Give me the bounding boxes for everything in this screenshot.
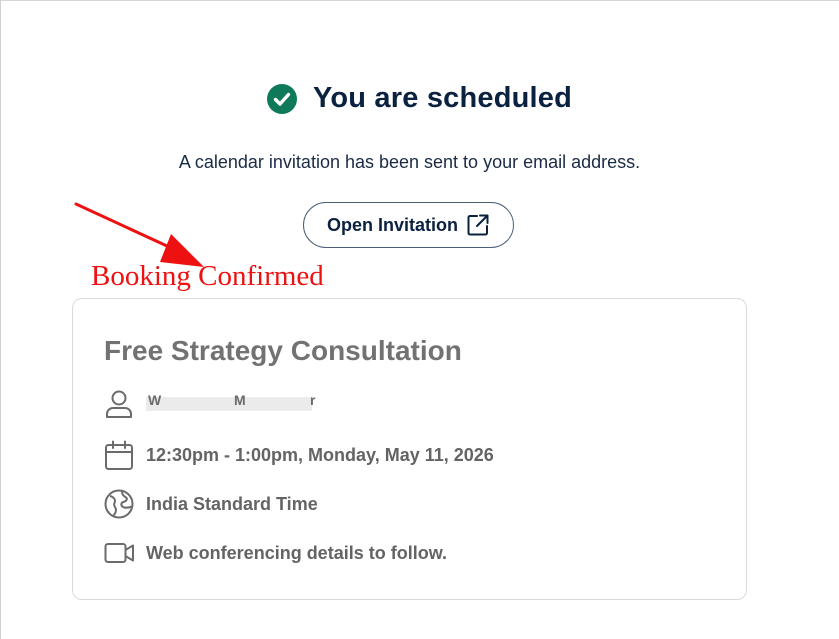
- external-link-icon: [466, 213, 490, 237]
- annotation-label: Booking Confirmed: [91, 260, 324, 292]
- globe-icon: [103, 488, 135, 520]
- open-invitation-button[interactable]: Open Invitation: [303, 202, 514, 248]
- check-circle-icon: [266, 83, 297, 114]
- video-camera-icon: [103, 537, 135, 569]
- host-row: W M r: [103, 387, 318, 421]
- host-name-redacted: W M r: [146, 392, 318, 414]
- event-datetime: 12:30pm - 1:00pm, Monday, May 11, 2026: [146, 444, 494, 465]
- confirmation-header: You are scheduled: [0, 82, 839, 115]
- event-details-card: Free Strategy Consultation W M r 12:30pm…: [72, 298, 747, 600]
- timezone-row: India Standard Time: [103, 487, 318, 521]
- confirmation-subtitle: A calendar invitation has been sent to y…: [178, 152, 641, 172]
- event-timezone: India Standard Time: [146, 493, 318, 514]
- event-conferencing: Web conferencing details to follow.: [146, 542, 448, 563]
- calendar-icon: [103, 439, 135, 471]
- datetime-row: 12:30pm - 1:00pm, Monday, May 11, 2026: [103, 438, 494, 472]
- open-invitation-label: Open Invitation: [326, 214, 458, 235]
- page-title: You are scheduled: [312, 82, 573, 114]
- window-top-border: [0, 0, 839, 1]
- event-name: Free Strategy Consultation: [104, 335, 462, 366]
- person-icon: [103, 388, 135, 420]
- conferencing-row: Web conferencing details to follow.: [103, 536, 447, 570]
